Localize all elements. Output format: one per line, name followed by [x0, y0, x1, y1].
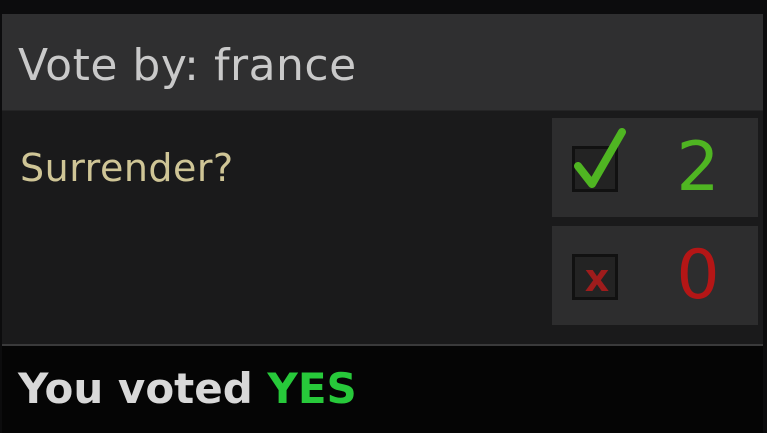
- vote-header: Vote by: france: [2, 14, 763, 111]
- vote-status-choice: YES: [267, 364, 357, 413]
- vote-status-text: You voted YES: [18, 364, 357, 413]
- check-icon: [574, 128, 626, 188]
- no-vote-count: 0: [676, 236, 720, 315]
- vote-yes-option[interactable]: 2: [552, 118, 758, 217]
- vote-window: Vote by: france Surrender? 2 x 0 You vot…: [0, 0, 767, 433]
- vote-no-option[interactable]: x 0: [552, 226, 758, 325]
- vote-initiator-label: Vote by: france: [18, 40, 357, 91]
- yes-vote-count: 2: [676, 128, 720, 207]
- vote-question: Surrender?: [20, 146, 234, 190]
- x-icon: x: [584, 256, 610, 300]
- vote-panel: Vote by: france Surrender? 2 x 0 You vot…: [2, 14, 763, 433]
- vote-status-bar: You voted YES: [2, 344, 763, 433]
- vote-status-prefix: You voted: [18, 364, 268, 413]
